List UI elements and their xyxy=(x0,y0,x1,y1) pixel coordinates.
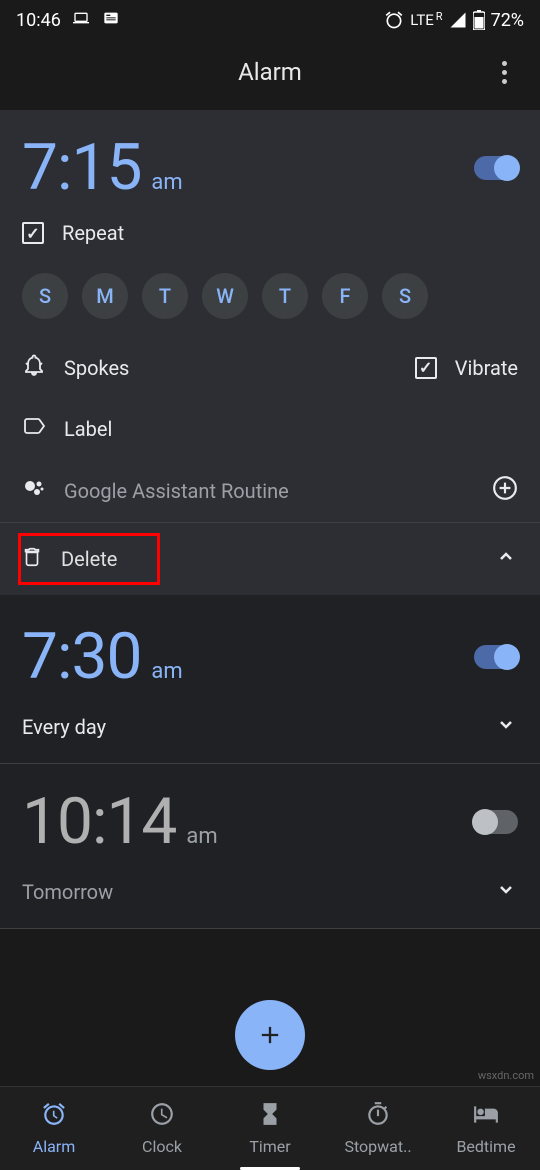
nav-label: Bedtime xyxy=(456,1137,515,1156)
battery-icon xyxy=(473,10,485,30)
label-row[interactable]: Label xyxy=(22,398,518,459)
alarm-status-icon xyxy=(384,10,404,30)
alarm-ampm: am xyxy=(186,824,217,849)
alarm-card: 7:15 am Repeat S M T W T F S Spokes Vibr… xyxy=(0,110,540,595)
repeat-row[interactable]: Repeat xyxy=(22,205,518,261)
label-icon xyxy=(22,414,46,443)
stopwatch-icon xyxy=(365,1101,391,1131)
alarm-time: 10:14 xyxy=(22,784,176,859)
day-chip-fri[interactable]: F xyxy=(322,273,368,319)
day-chip-thu[interactable]: T xyxy=(262,273,308,319)
chevron-down-icon[interactable] xyxy=(494,712,518,741)
add-routine-icon[interactable] xyxy=(492,475,518,506)
hourglass-icon xyxy=(257,1101,283,1131)
vibrate-checkbox[interactable] xyxy=(415,357,437,379)
alarm-card: 10:14 am Tomorrow xyxy=(0,764,540,929)
assistant-label: Google Assistant Routine xyxy=(64,479,289,503)
alarm-toggle[interactable] xyxy=(474,810,518,834)
nav-label: Timer xyxy=(249,1137,290,1156)
nav-alarm[interactable]: Alarm xyxy=(0,1087,108,1170)
status-roaming: R xyxy=(436,10,443,23)
alarm-summary: Tomorrow xyxy=(22,880,113,904)
overflow-menu-button[interactable] xyxy=(484,52,524,92)
page-title: Alarm xyxy=(238,58,302,86)
alarm-icon xyxy=(41,1101,67,1131)
day-chip-tue[interactable]: T xyxy=(142,273,188,319)
signal-icon xyxy=(449,11,467,29)
status-network: LTE xyxy=(410,11,434,29)
alarm-card: 7:30 am Every day xyxy=(0,599,540,764)
nav-label: Alarm xyxy=(33,1137,75,1156)
alarm-time-button[interactable]: 7:15 am xyxy=(22,130,183,205)
app-header: Alarm xyxy=(0,40,540,104)
day-chip-sat[interactable]: S xyxy=(382,273,428,319)
assistant-row[interactable]: Google Assistant Routine xyxy=(22,459,518,522)
sound-row[interactable]: Spokes Vibrate xyxy=(22,337,518,398)
alarm-time-button[interactable]: 7:30 am xyxy=(22,619,183,694)
chevron-down-icon[interactable] xyxy=(494,877,518,906)
bed-icon xyxy=(473,1101,499,1131)
nav-bedtime[interactable]: Bedtime xyxy=(432,1087,540,1170)
repeat-label: Repeat xyxy=(62,221,124,245)
alarm-toggle[interactable] xyxy=(474,156,518,180)
assistant-icon xyxy=(22,476,46,505)
status-time: 10:46 xyxy=(16,10,61,31)
clock-icon xyxy=(149,1101,175,1131)
alarm-list: 7:15 am Repeat S M T W T F S Spokes Vibr… xyxy=(0,110,540,929)
nav-label: Stopwat.. xyxy=(344,1137,411,1156)
nav-timer[interactable]: Timer xyxy=(216,1087,324,1170)
chevron-up-icon[interactable] xyxy=(494,545,518,573)
vibrate-label: Vibrate xyxy=(455,356,518,380)
laptop-icon xyxy=(71,10,91,31)
sound-label: Spokes xyxy=(64,356,129,380)
bottom-nav: Alarm Clock Timer Stopwat.. Bedtime xyxy=(0,1086,540,1170)
delete-label: Delete xyxy=(61,547,117,571)
alarm-toggle[interactable] xyxy=(474,645,518,669)
alarm-summary-row[interactable]: Every day xyxy=(22,694,518,763)
nav-stopwatch[interactable]: Stopwat.. xyxy=(324,1087,432,1170)
days-row: S M T W T F S xyxy=(22,261,518,337)
news-icon xyxy=(101,10,121,31)
trash-icon xyxy=(21,546,43,572)
alarm-ampm: am xyxy=(151,170,182,195)
status-bar: 10:46 LTE R 72% xyxy=(0,0,540,40)
nav-clock[interactable]: Clock xyxy=(108,1087,216,1170)
day-chip-wed[interactable]: W xyxy=(202,273,248,319)
bell-icon xyxy=(22,353,46,382)
watermark: wsxdn.com xyxy=(478,1069,534,1082)
repeat-checkbox[interactable] xyxy=(22,222,44,244)
alarm-ampm: am xyxy=(151,659,182,684)
alarm-summary-row[interactable]: Tomorrow xyxy=(22,859,518,928)
add-alarm-fab[interactable] xyxy=(235,1000,305,1070)
alarm-time: 7:15 xyxy=(22,130,141,205)
nav-label: Clock xyxy=(142,1137,182,1156)
label-text: Label xyxy=(64,417,112,441)
day-chip-mon[interactable]: M xyxy=(82,273,128,319)
alarm-time: 7:30 xyxy=(22,619,141,694)
status-battery: 72% xyxy=(491,10,524,31)
day-chip-sun[interactable]: S xyxy=(22,273,68,319)
alarm-time-button[interactable]: 10:14 am xyxy=(22,784,218,859)
alarm-summary: Every day xyxy=(22,715,106,739)
delete-button[interactable]: Delete xyxy=(18,533,160,585)
